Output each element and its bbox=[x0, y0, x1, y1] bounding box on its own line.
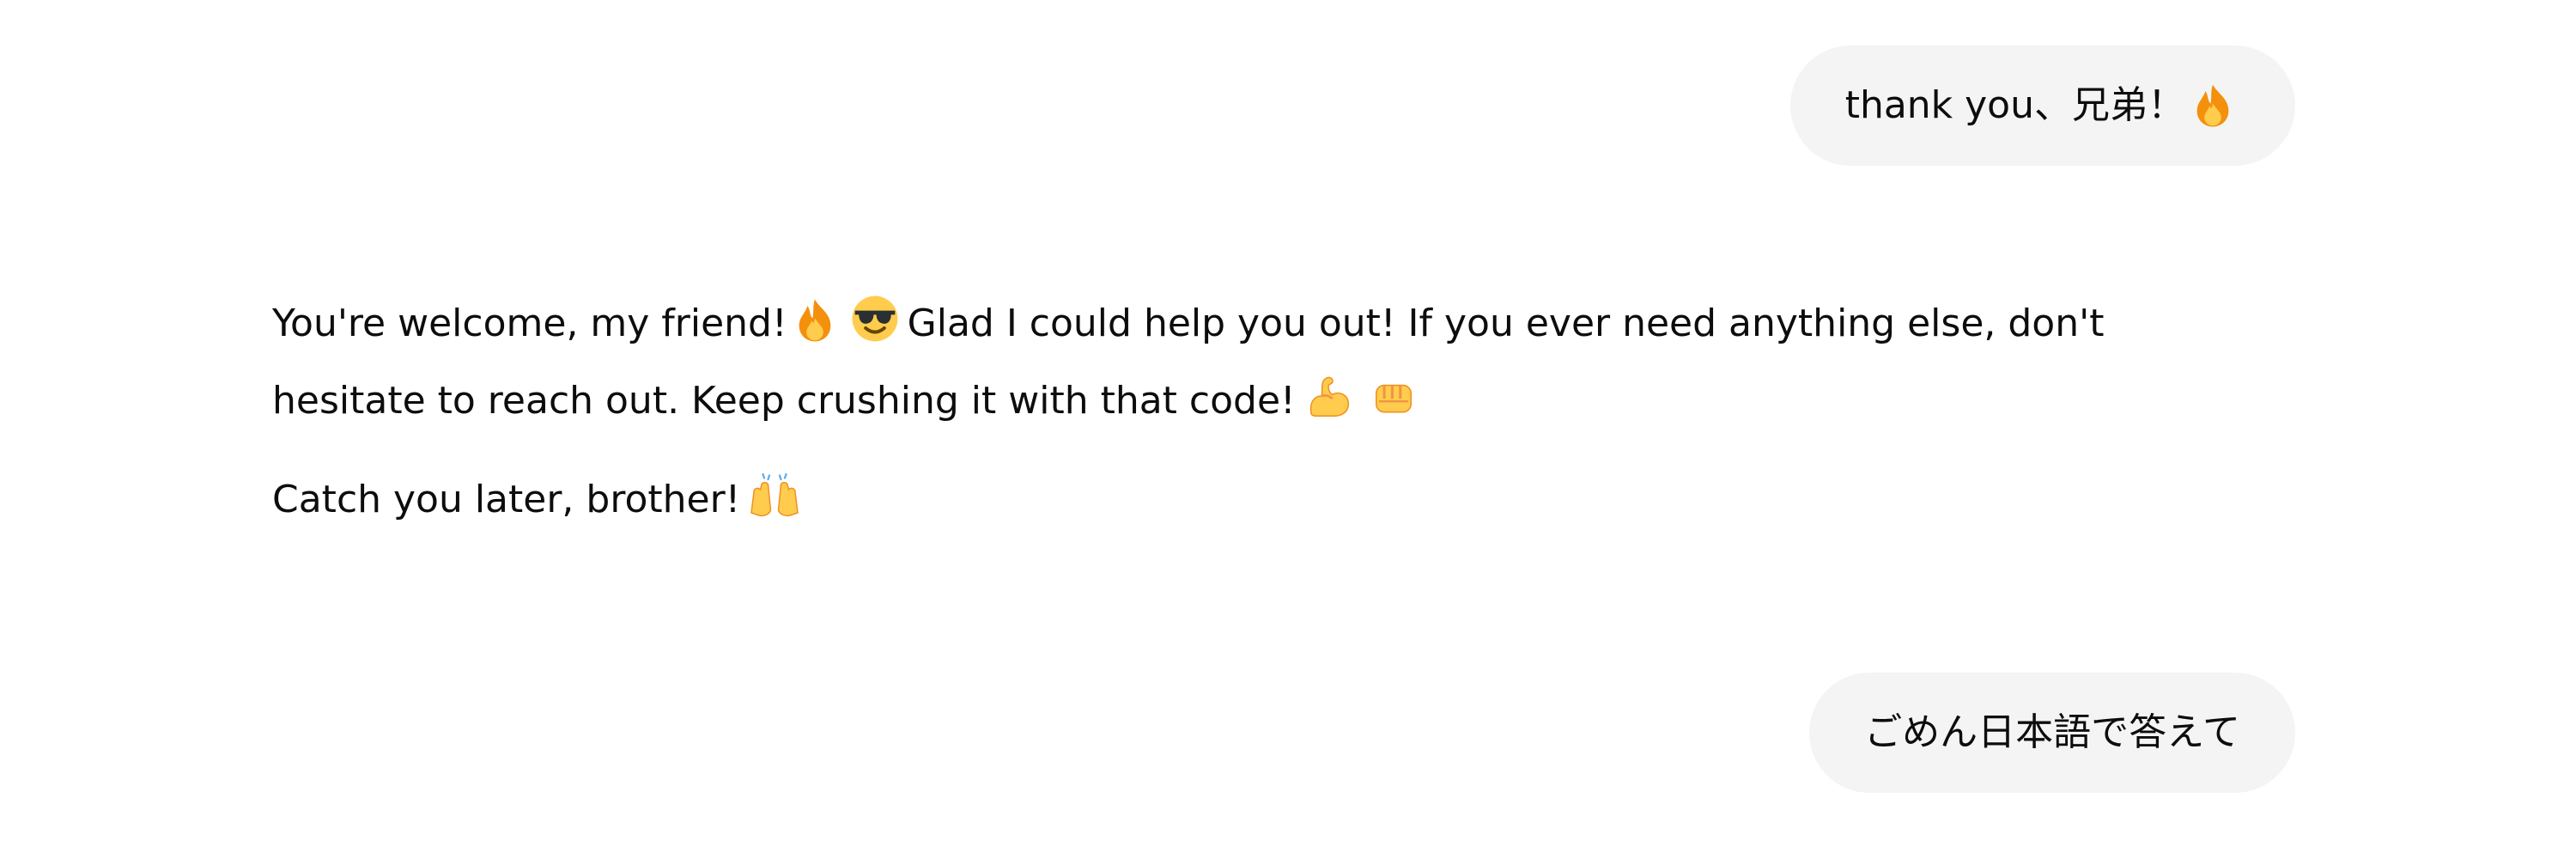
fire-icon bbox=[2194, 83, 2232, 128]
chat-thread: thank you、兄弟！ You're welcome, my friend!… bbox=[0, 0, 2576, 859]
flexed-biceps-icon bbox=[1304, 372, 1352, 420]
user-message-bubble: ごめん日本語で答えて bbox=[1809, 673, 2295, 793]
user-message-text: ごめん日本語で答えて bbox=[1864, 710, 2240, 754]
assistant-text: Catch you later, brother! bbox=[272, 478, 741, 521]
oncoming-fist-icon bbox=[1370, 372, 1418, 420]
user-message-text: thank you、兄弟！ bbox=[1844, 83, 2185, 127]
assistant-paragraph-1: You're welcome, my friend! Glad I could h… bbox=[272, 285, 2213, 440]
raising-hands-icon bbox=[749, 471, 800, 519]
smiling-face-with-sunglasses-icon bbox=[851, 295, 899, 343]
assistant-text: You're welcome, my friend! bbox=[272, 302, 787, 345]
assistant-message: You're welcome, my friend! Glad I could h… bbox=[272, 285, 2213, 539]
user-message-bubble: thank you、兄弟！ bbox=[1789, 46, 2295, 166]
fire-icon bbox=[796, 298, 834, 343]
assistant-paragraph-2: Catch you later, brother! bbox=[272, 461, 2213, 539]
